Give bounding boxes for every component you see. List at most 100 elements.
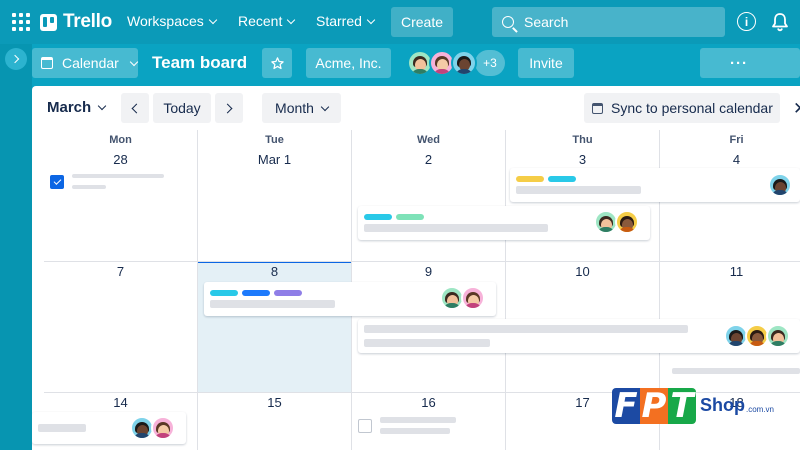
card-member-avatar	[768, 173, 792, 197]
workspaces-menu[interactable]: Workspaces	[127, 13, 218, 29]
app-switcher-icon[interactable]	[12, 13, 30, 31]
board-members[interactable]: +3	[407, 50, 505, 76]
board-title[interactable]: Team board	[152, 53, 247, 73]
day-number[interactable]: Mar 1	[198, 152, 351, 167]
logo-text: Trello	[63, 11, 112, 32]
watermark-letter: P	[640, 386, 668, 426]
task-checkbox[interactable]	[358, 419, 372, 433]
card-label-cyan	[364, 214, 392, 220]
search-placeholder: Search	[524, 14, 569, 30]
fpt-shop-watermark: F P T Shop .com.vn	[612, 384, 775, 426]
day-number[interactable]: 3	[506, 152, 659, 167]
card-label-cyan	[548, 176, 576, 182]
chevron-right-icon	[10, 54, 20, 64]
card-title-placeholder	[364, 224, 548, 232]
close-icon[interactable]: ✕	[793, 99, 800, 119]
chevron-left-icon	[131, 103, 142, 113]
invite-button[interactable]: Invite	[518, 48, 574, 78]
sidebar-rail	[0, 44, 32, 450]
chevron-right-icon	[222, 103, 233, 113]
next-month-button[interactable]	[215, 93, 243, 123]
weekday-tue: Tue	[265, 134, 284, 146]
trello-logo[interactable]: Trello	[40, 11, 112, 33]
day-number[interactable]: 16	[352, 395, 505, 410]
calendar-card[interactable]	[204, 282, 496, 316]
expand-sidebar-button[interactable]	[5, 48, 27, 70]
day-number[interactable]: 28	[44, 152, 197, 167]
star-icon	[270, 56, 284, 69]
card-title-placeholder	[672, 368, 800, 374]
workspace-button[interactable]: Acme, Inc.	[306, 48, 391, 78]
card-member-avatar	[766, 324, 790, 348]
day-number[interactable]: 14	[44, 395, 197, 410]
top-nav: Trello Workspaces Recent Starred Create …	[0, 0, 800, 44]
card-title-placeholder	[210, 300, 335, 308]
day-number[interactable]: 4	[660, 152, 800, 167]
notifications-bell-icon[interactable]	[771, 12, 789, 32]
board-menu-button[interactable]: ···	[700, 48, 800, 78]
month-label: March	[47, 99, 92, 116]
chevron-down-icon	[129, 57, 139, 66]
weekday-wed: Wed	[416, 134, 441, 146]
starred-menu[interactable]: Starred	[316, 13, 376, 29]
range-label: Month	[275, 100, 314, 116]
month-selector[interactable]: March	[47, 99, 107, 116]
day-number[interactable]: 7	[44, 264, 197, 279]
card-member-avatar	[151, 416, 175, 440]
today-button[interactable]: Today	[153, 93, 211, 123]
info-icon[interactable]: i	[737, 12, 756, 31]
chevron-down-icon	[208, 15, 218, 24]
chevron-down-icon	[320, 102, 330, 111]
day-number[interactable]: 15	[198, 395, 351, 410]
search-input[interactable]: Search	[492, 7, 725, 37]
card-label-purple	[274, 290, 302, 296]
check-icon	[53, 177, 61, 185]
card-title-placeholder	[516, 186, 641, 194]
card-members	[440, 286, 485, 310]
day-number[interactable]: 10	[506, 264, 659, 279]
more-members-badge[interactable]: +3	[475, 50, 505, 76]
card-members	[724, 324, 790, 348]
star-board-button[interactable]	[262, 48, 292, 78]
recent-menu[interactable]: Recent	[238, 13, 296, 29]
trello-logo-icon	[40, 13, 57, 31]
calendar-card[interactable]	[358, 206, 650, 240]
card-title-placeholder	[72, 185, 106, 189]
card-label-yellow	[516, 176, 544, 182]
watermark-letter: F	[612, 386, 640, 426]
chevron-down-icon	[97, 101, 107, 111]
weekday-thu: Thu	[572, 134, 593, 146]
completed-checkbox[interactable]	[50, 175, 64, 189]
search-icon	[502, 16, 514, 28]
sync-calendar-button[interactable]: Sync to personal calendar	[584, 93, 780, 123]
card-title-placeholder	[38, 424, 86, 432]
create-button[interactable]: Create	[391, 7, 453, 37]
card-title-placeholder	[380, 417, 456, 423]
member-avatar[interactable]	[451, 50, 477, 76]
range-select[interactable]: Month	[262, 93, 341, 123]
card-label-green	[396, 214, 424, 220]
weekday-fri: Fri	[729, 134, 744, 146]
calendar-card[interactable]	[358, 319, 800, 353]
chevron-down-icon	[287, 15, 296, 24]
day-number-selected[interactable]: 8	[198, 264, 351, 279]
card-title-placeholder	[380, 428, 450, 434]
calendar-icon	[592, 102, 603, 114]
view-switcher-button[interactable]: Calendar	[32, 48, 139, 78]
card-title-placeholder	[364, 325, 688, 333]
watermark-domain: .com.vn	[746, 405, 775, 414]
previous-month-button[interactable]	[121, 93, 149, 123]
card-label-cyan	[210, 290, 238, 296]
calendar-card[interactable]	[510, 168, 800, 202]
chevron-down-icon	[366, 15, 376, 24]
card-members	[594, 210, 639, 234]
calendar-card[interactable]	[32, 412, 186, 444]
day-number[interactable]: 11	[660, 264, 800, 279]
day-number[interactable]: 9	[352, 264, 505, 279]
recent-label: Recent	[238, 13, 283, 29]
selected-day-cell[interactable]	[198, 261, 351, 392]
view-label: Calendar	[62, 55, 119, 71]
day-number[interactable]: 2	[352, 152, 505, 167]
card-title-placeholder	[72, 174, 164, 178]
watermark-letter: T	[668, 386, 696, 426]
